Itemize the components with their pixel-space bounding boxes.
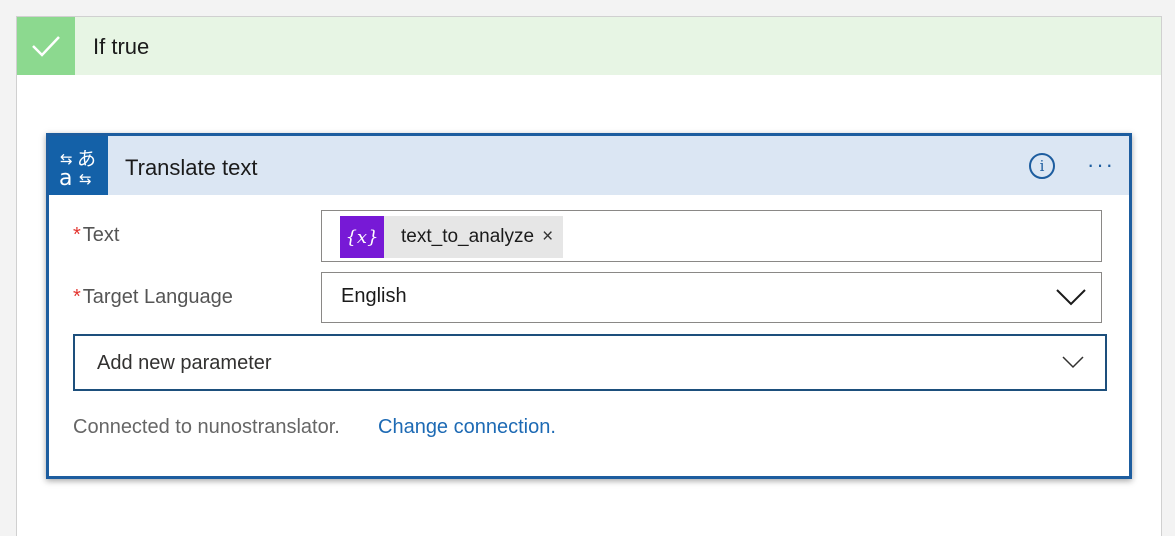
branch-title: If true — [93, 34, 150, 59]
target-language-label: * Target Language — [73, 286, 233, 309]
branch-header[interactable]: If true — [17, 17, 1161, 75]
text-input[interactable]: {x} text_to_analyze × — [321, 210, 1102, 262]
variable-icon: {x} — [340, 216, 384, 258]
connection-status: Connected to nunostranslator. — [73, 416, 340, 438]
translate-text-action-card: ⇆ あ a ⇆ Translate text i ··· * Text {x} t… — [46, 133, 1132, 479]
add-new-parameter-dropdown[interactable]: Add new parameter — [73, 334, 1107, 391]
more-options-icon[interactable]: ··· — [1087, 152, 1121, 178]
chevron-down-icon[interactable] — [1056, 288, 1086, 306]
change-connection-link[interactable]: Change connection. — [378, 416, 556, 439]
target-language-value: English — [341, 285, 407, 307]
action-title: Translate text — [125, 155, 258, 180]
add-parameter-label: Add new parameter — [97, 352, 272, 374]
translate-icon: ⇆ あ a ⇆ — [49, 136, 108, 195]
dynamic-content-token[interactable]: {x} text_to_analyze × — [340, 216, 564, 258]
info-icon[interactable]: i — [1029, 153, 1055, 179]
token-label: text_to_analyze — [401, 226, 535, 247]
required-marker: * — [73, 224, 81, 246]
target-language-select[interactable]: English — [321, 272, 1102, 323]
text-label: Text — [82, 224, 120, 246]
checkmark-icon — [17, 17, 75, 75]
target-language-label-text: Target Language — [82, 286, 233, 308]
svg-text:a: a — [59, 166, 72, 188]
remove-token-icon[interactable]: × — [542, 226, 563, 248]
svg-text:あ: あ — [77, 148, 96, 170]
svg-text:⇆: ⇆ — [79, 170, 92, 188]
chevron-down-icon[interactable] — [1062, 355, 1084, 369]
action-header[interactable]: ⇆ あ a ⇆ Translate text i ··· — [49, 136, 1129, 195]
required-marker: * — [73, 286, 81, 308]
text-field-label: * Text — [73, 224, 119, 247]
